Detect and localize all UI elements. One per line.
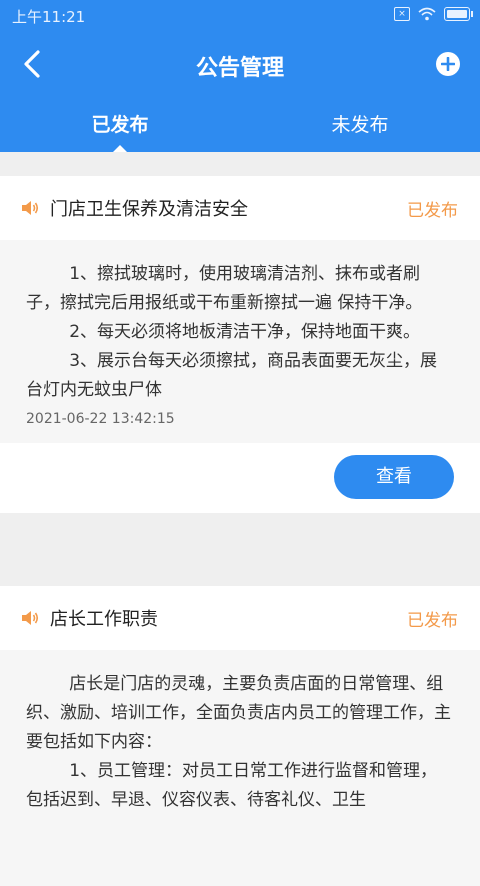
view-button[interactable]: 查看 [334,455,454,499]
tab-published[interactable]: 已发布 [0,96,240,152]
notice-title: 门店卫生保养及清洁安全 [50,199,248,220]
plus-icon [441,57,455,71]
tab-bar: 已发布 未发布 [0,96,480,152]
notice-header: 门店卫生保养及清洁安全 已发布 [0,176,480,240]
notice-content: 店长是门店的灵魂，主要负责店面的日常管理、组织、激励、培训工作，全面负责店内员工… [26,674,451,810]
notice-footer: 查看 [0,443,480,513]
notice-card: 店长工作职责 已发布 店长是门店的灵魂，主要负责店面的日常管理、组织、激励、培训… [0,586,480,886]
page-title: 公告管理 [195,56,284,81]
header: 上午11:21 × 公告管理 已发布 未发布 [0,0,480,152]
notice-body: 1、擦拭玻璃时，使用玻璃清洁剂、抹布或者刷子，擦拭完后用报纸或干布重新擦拭一遍 … [0,240,480,443]
add-notice-button[interactable] [436,52,460,76]
wifi-icon [418,7,436,21]
notice-body: 店长是门店的灵魂，主要负责店面的日常管理、组织、激励、培训工作，全面负责店内员工… [0,650,480,886]
status-bar: 上午11:21 × [0,0,480,32]
notice-content: 1、擦拭玻璃时，使用玻璃清洁剂、抹布或者刷子，擦拭完后用报纸或干布重新擦拭一遍 … [26,264,438,400]
tab-unpublished[interactable]: 未发布 [240,96,480,152]
navbar: 公告管理 [0,32,480,96]
status-badge: 已发布 [407,200,458,221]
battery-icon [444,7,473,21]
sim-icon: × [394,7,410,21]
notice-header: 店长工作职责 已发布 [0,586,480,650]
status-badge: 已发布 [407,610,458,631]
speaker-icon [22,611,39,625]
notice-title: 店长工作职责 [50,609,158,630]
notice-card: 门店卫生保养及清洁安全 已发布 1、擦拭玻璃时，使用玻璃清洁剂、抹布或者刷子，擦… [0,176,480,513]
notice-time: 2021-06-22 13:42:15 [26,411,175,427]
status-icons: × [394,7,473,21]
status-time: 上午11:21 [12,8,86,26]
speaker-icon [22,201,39,215]
